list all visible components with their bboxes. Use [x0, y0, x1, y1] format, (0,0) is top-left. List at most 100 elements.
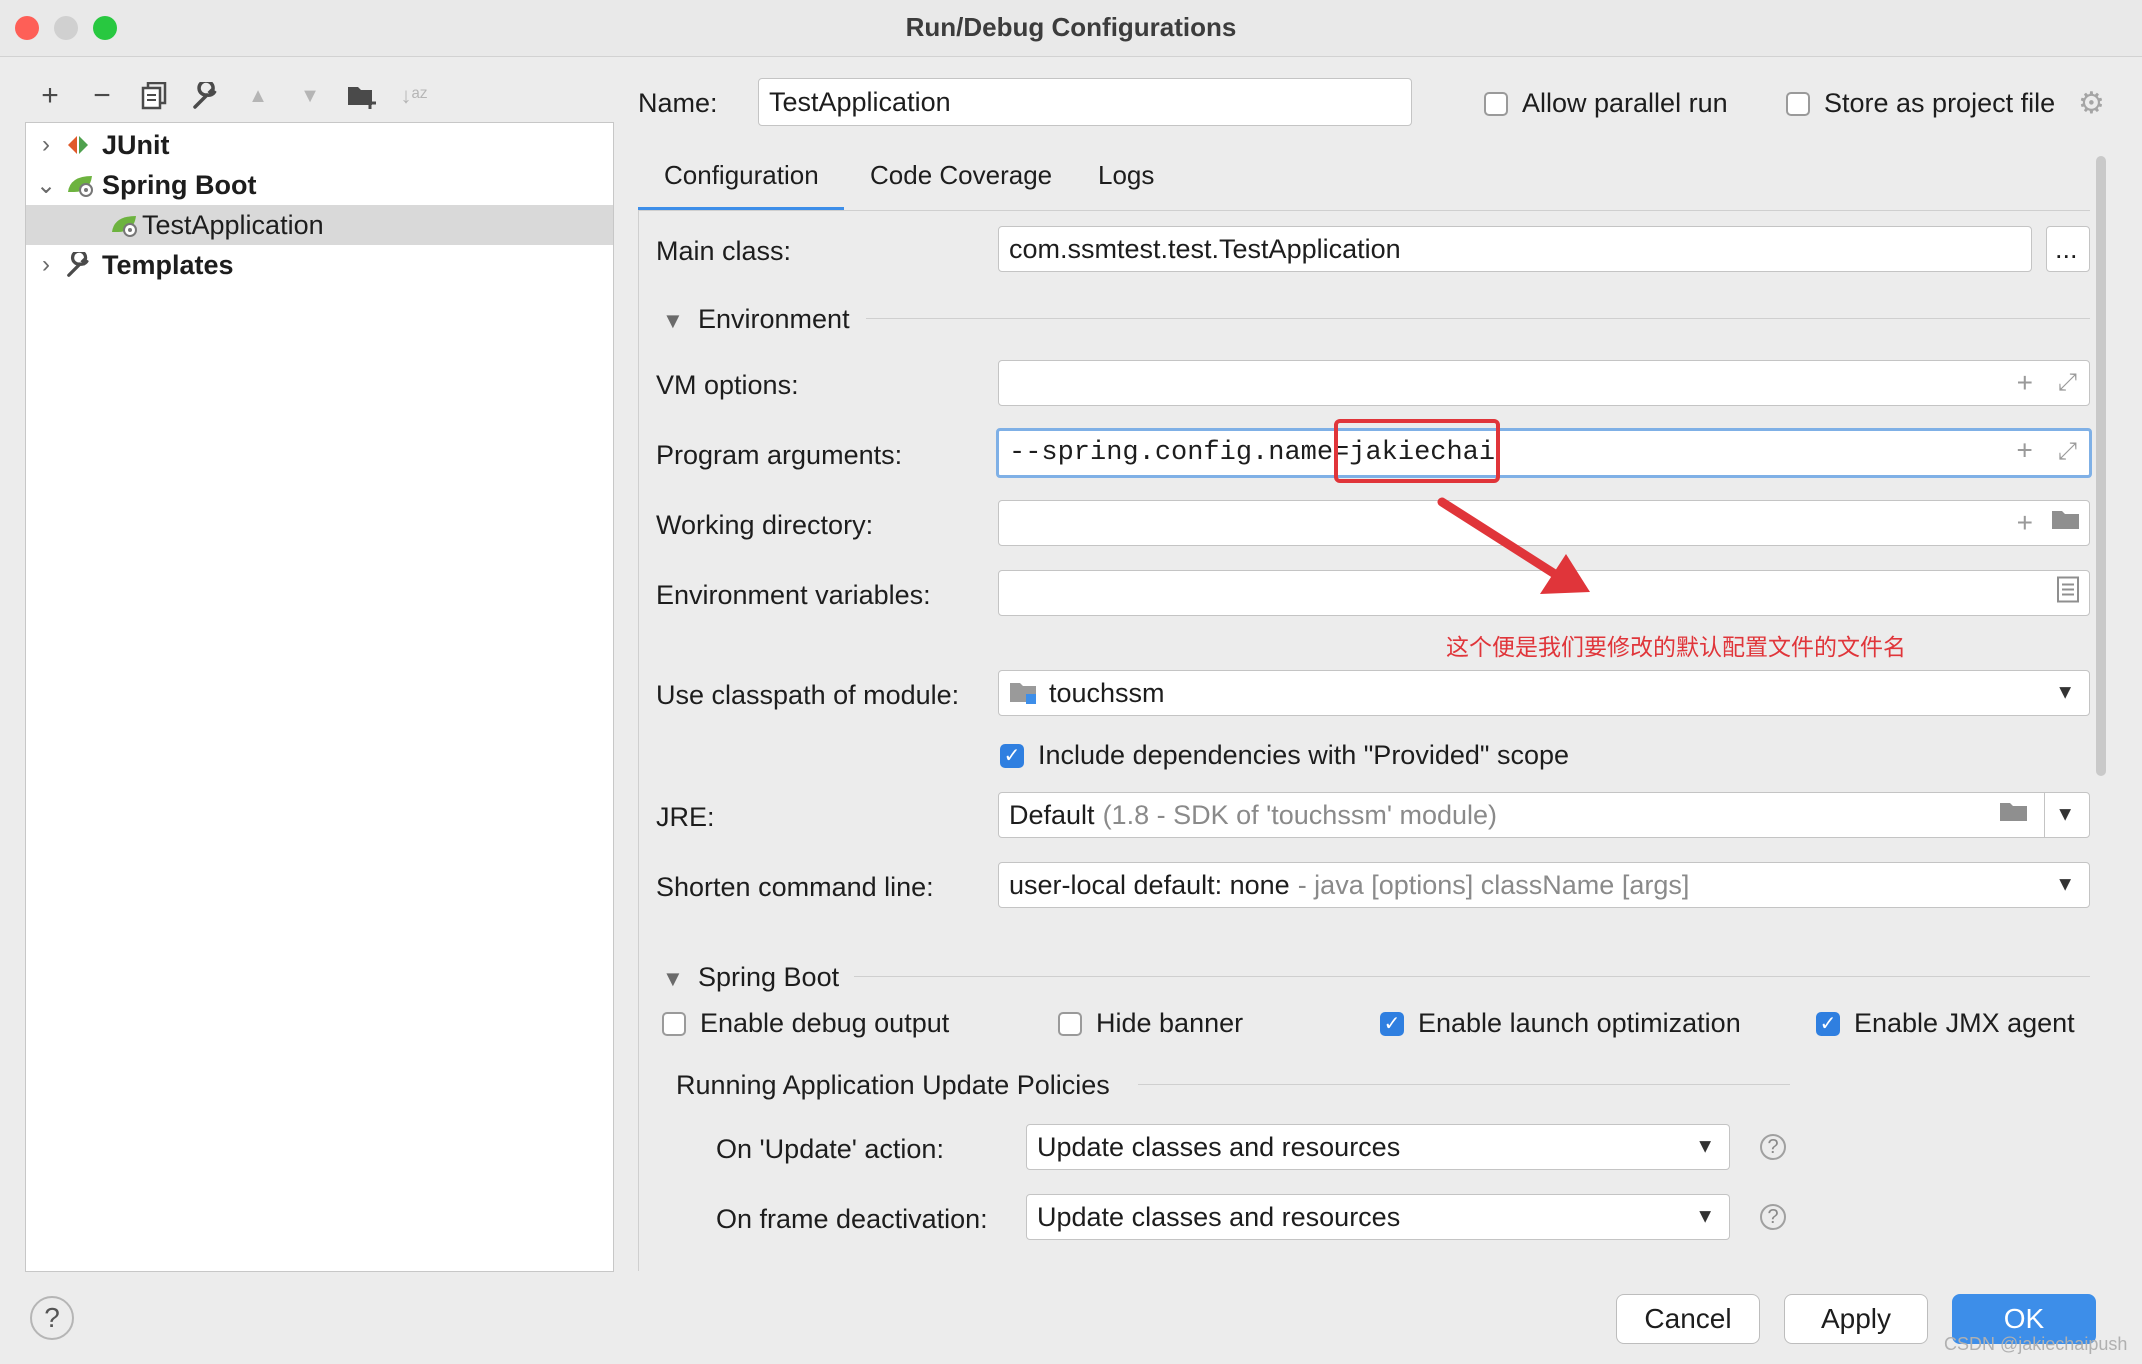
on-frame-deactivation-dropdown[interactable]: Update classes and resources ▼	[1026, 1194, 1730, 1240]
hide-banner-label: Hide banner	[1096, 1008, 1244, 1038]
help-icon[interactable]: ?	[1760, 1134, 1786, 1160]
plus-icon[interactable]: +	[2016, 438, 2033, 469]
section-separator	[854, 976, 2090, 977]
chevron-down-icon[interactable]: ⌄	[26, 171, 66, 200]
shorten-command-line-hint: - java [options] className [args]	[1297, 869, 1690, 900]
dropdown-arrow-icon[interactable]: ▼	[1695, 1206, 1715, 1229]
tab-logs[interactable]: Logs	[1098, 160, 1154, 191]
checkbox-box[interactable]	[1058, 1011, 1082, 1036]
tree-item-label: Spring Boot	[102, 169, 257, 200]
jre-label: JRE:	[656, 802, 715, 832]
dropdown-arrow-icon[interactable]: ▼	[2055, 804, 2075, 827]
tree-item-spring-boot[interactable]: ⌄ Spring Boot	[26, 165, 613, 205]
minus-icon[interactable]: −	[84, 78, 120, 114]
annotation-text: 这个便是我们要修改的默认配置文件的文件名	[1446, 635, 1906, 661]
jre-hint: (1.8 - SDK of 'touchssm' module)	[1102, 799, 1498, 830]
expand-icon[interactable]: ⤢	[2058, 369, 2077, 397]
document-icon[interactable]	[2057, 576, 2079, 610]
enable-debug-output-checkbox[interactable]: Enable debug output	[662, 1008, 949, 1039]
hide-banner-checkbox[interactable]: Hide banner	[1058, 1008, 1243, 1039]
dropdown-arrow-icon[interactable]: ▼	[1695, 1136, 1715, 1159]
tree-item-testapplication[interactable]: TestApplication	[26, 205, 613, 245]
collapse-triangle-icon[interactable]: ▼	[662, 966, 684, 992]
program-arguments-label: Program arguments:	[656, 440, 903, 470]
section-separator	[1138, 1084, 1790, 1085]
environment-section-title: Environment	[698, 304, 850, 334]
arrow-down-icon[interactable]: ▼	[292, 78, 328, 114]
classpath-module-value: touchssm	[1049, 677, 1165, 708]
enable-launch-optimization-checkbox[interactable]: ✓ Enable launch optimization	[1380, 1008, 1741, 1039]
checkbox-box[interactable]	[662, 1011, 686, 1036]
help-icon[interactable]: ?	[1760, 1204, 1786, 1230]
main-class-field[interactable]: com.ssmtest.test.TestApplication	[998, 226, 2032, 272]
vm-options-label: VM options:	[656, 370, 799, 400]
sort-icon[interactable]: ↓ᵃᶻ	[396, 78, 432, 114]
on-frame-deactivation-value: Update classes and resources	[1037, 1201, 1401, 1232]
wrench-icon	[66, 252, 102, 278]
chevron-right-icon[interactable]: ›	[26, 131, 66, 159]
plus-icon[interactable]: +	[2017, 367, 2033, 399]
checkbox-box[interactable]	[1484, 91, 1508, 116]
allow-parallel-run-checkbox[interactable]: Allow parallel run	[1484, 88, 1728, 119]
watermark: CSDN @jakiechaipush	[1944, 1334, 2128, 1354]
checkbox-checked[interactable]: ✓	[1000, 743, 1024, 768]
on-update-label: On 'Update' action:	[716, 1134, 944, 1164]
environment-variables-label: Environment variables:	[656, 580, 931, 610]
tree-item-label: Templates	[102, 249, 234, 280]
tree-item-label: JUnit	[102, 129, 170, 160]
wrench-icon[interactable]	[188, 78, 224, 114]
scrollbar-thumb[interactable]	[2096, 156, 2106, 776]
checkbox-checked[interactable]: ✓	[1816, 1011, 1840, 1036]
enable-launch-optimization-label: Enable launch optimization	[1418, 1008, 1741, 1038]
arrow-up-icon[interactable]: ▲	[240, 78, 276, 114]
folder-icon[interactable]	[1999, 799, 2029, 831]
classpath-module-dropdown[interactable]: touchssm ▼	[998, 670, 2090, 716]
help-button[interactable]: ?	[30, 1296, 74, 1340]
store-as-project-file-checkbox[interactable]: Store as project file	[1786, 88, 2055, 119]
configuration-tree[interactable]: › JUnit ⌄ Spring Boot TestApplication › …	[25, 122, 614, 1272]
tab-code-coverage[interactable]: Code Coverage	[870, 160, 1052, 191]
browse-main-class-button[interactable]: ...	[2046, 226, 2090, 272]
checkbox-box[interactable]	[1786, 91, 1810, 116]
folder-icon[interactable]	[2051, 507, 2081, 539]
dropdown-divider	[2044, 793, 2045, 837]
plus-icon[interactable]: +	[32, 78, 68, 114]
collapse-triangle-icon[interactable]: ▼	[662, 308, 684, 334]
tab-divider	[638, 210, 2090, 211]
update-policies-title: Running Application Update Policies	[676, 1070, 1110, 1100]
dropdown-arrow-icon[interactable]: ▼	[2055, 874, 2075, 897]
store-as-project-file-label: Store as project file	[1824, 88, 2056, 118]
enable-jmx-agent-checkbox[interactable]: ✓ Enable JMX agent	[1816, 1008, 2075, 1039]
dropdown-arrow-icon[interactable]: ▼	[2055, 682, 2075, 705]
plus-icon[interactable]: +	[2017, 507, 2033, 539]
window-title: Run/Debug Configurations	[905, 12, 1237, 42]
new-folder-icon[interactable]	[344, 78, 380, 114]
include-dependencies-checkbox[interactable]: ✓ Include dependencies with "Provided" s…	[1000, 740, 1569, 771]
allow-parallel-run-label: Allow parallel run	[1522, 88, 1728, 118]
main-class-label: Main class:	[656, 236, 792, 266]
tree-item-templates[interactable]: › Templates	[26, 245, 613, 285]
checkbox-checked[interactable]: ✓	[1380, 1011, 1404, 1036]
tab-configuration[interactable]: Configuration	[664, 160, 819, 191]
shorten-command-line-dropdown[interactable]: user-local default: none - java [options…	[998, 862, 2090, 908]
cancel-button[interactable]: Cancel	[1616, 1294, 1760, 1344]
on-update-dropdown[interactable]: Update classes and resources ▼	[1026, 1124, 1730, 1170]
tree-item-label: TestApplication	[142, 209, 324, 240]
include-dependencies-label: Include dependencies with "Provided" sco…	[1038, 740, 1570, 770]
expand-icon[interactable]: ⤢	[2058, 439, 2077, 467]
program-arguments-field[interactable]: --spring.config.name=jakiechai + ⤢	[996, 428, 2092, 478]
shorten-command-line-label: Shorten command line:	[656, 872, 934, 902]
jre-dropdown[interactable]: Default (1.8 - SDK of 'touchssm' module)…	[998, 792, 2090, 838]
jre-value: Default	[1009, 799, 1095, 830]
chevron-right-icon[interactable]: ›	[26, 251, 66, 279]
vm-options-field[interactable]: + ⤢	[998, 360, 2090, 406]
apply-button[interactable]: Apply	[1784, 1294, 1928, 1344]
on-update-value: Update classes and resources	[1037, 1131, 1401, 1162]
gear-icon[interactable]: ⚙	[2078, 86, 2105, 121]
content-left-border	[638, 211, 639, 1271]
name-field[interactable]: TestApplication	[758, 78, 1412, 126]
spring-boot-section-title: Spring Boot	[698, 962, 840, 992]
tree-item-junit[interactable]: › JUnit	[26, 125, 613, 165]
enable-jmx-agent-label: Enable JMX agent	[1854, 1008, 2075, 1038]
copy-icon[interactable]	[136, 78, 172, 114]
